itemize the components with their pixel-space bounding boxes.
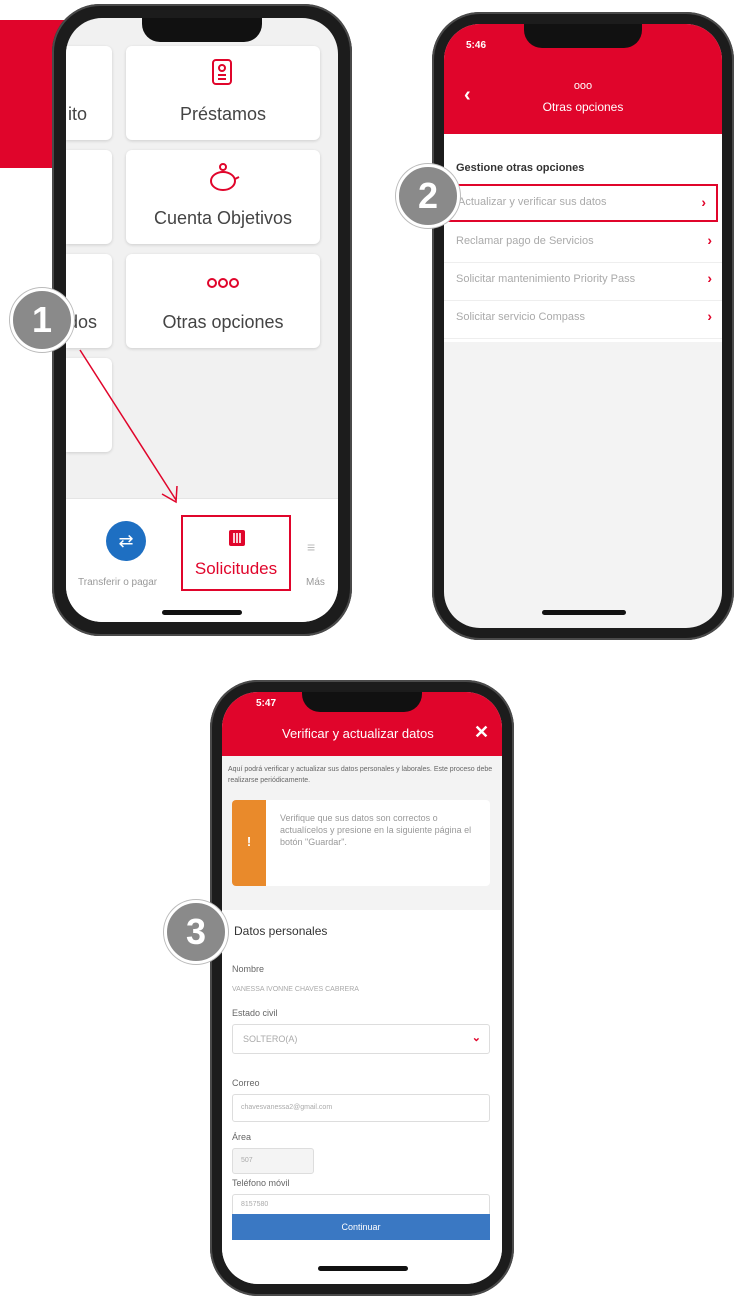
form-area: Datos personales Nombre VANESSA IVONNE C… [222,910,502,1284]
chevron-right-icon: › [707,232,712,248]
warning-icon: ! [246,834,252,849]
correo-label: Correo [232,1078,260,1088]
section-title: Gestione otras opciones [456,162,585,174]
home-indicator [318,1266,408,1271]
step-badge-3: 3 [164,900,228,964]
estado-civil-label: Estado civil [232,1008,278,1018]
phone-3: 5:47 Verificar y actualizar datos ✕ Aquí… [210,680,514,1296]
phone-2-screen: 5:46 ‹ ooo Otras opciones Gestione otras… [444,24,722,628]
area-input[interactable]: 507 [232,1148,314,1174]
header-options-icon: ooo [573,80,593,92]
correo-value: chavesvanessa2@gmail.com [241,1104,333,1111]
options-list: Gestione otras opciones Actualizar y ver… [444,134,722,342]
notch [302,692,422,712]
list-item-label: Solicitar servicio Compass [456,311,585,323]
warning-card: ! Verifique que sus datos son correctos … [232,800,490,886]
list-item-label: Solicitar mantenimiento Priority Pass [456,273,636,285]
intro-text: Aquí podrá verificar y actualizar sus da… [228,766,493,784]
status-time: 5:46 [466,40,487,51]
telefono-value: 8157580 [241,1201,269,1208]
continue-button[interactable]: Continuar [232,1214,490,1240]
telefono-label: Teléfono móvil [232,1178,290,1188]
area-value: 507 [241,1157,253,1164]
estado-civil-select[interactable]: SOLTERO(A) ⌄ [232,1024,490,1054]
step-badge-1: 1 [10,288,74,352]
telefono-input[interactable]: 8157580 [232,1194,490,1216]
status-time: 5:47 [256,698,277,709]
header-title: Verificar y actualizar datos [282,726,434,741]
list-item-priority-pass[interactable]: Solicitar mantenimiento Priority Pass › [444,262,722,301]
warning-bar: ! [232,800,266,886]
header-title: Otras opciones [542,100,624,114]
nombre-label: Nombre [232,964,265,974]
chevron-down-icon: ⌄ [471,1032,481,1044]
phone-2: 5:46 ‹ ooo Otras opciones Gestione otras… [432,12,734,640]
notch [524,24,642,48]
warning-text: Verifique que sus datos son correctos o … [280,813,472,847]
estado-civil-value: SOLTERO(A) [243,1034,298,1044]
list-item-actualizar[interactable]: Actualizar y verificar sus datos › [448,184,718,222]
chevron-right-icon: › [707,308,712,324]
list-item-reclamar[interactable]: Reclamar pago de Servicios › [444,224,722,263]
chevron-right-icon: › [701,194,706,210]
section-title: Datos personales [234,924,328,938]
phone-3-screen: 5:47 Verificar y actualizar datos ✕ Aquí… [222,692,502,1284]
area-label: Área [232,1132,252,1142]
list-item-compass[interactable]: Solicitar servicio Compass › [444,300,722,339]
continue-label: Continuar [341,1222,381,1232]
step-badge-2: 2 [396,164,460,228]
nombre-value: VANESSA IVONNE CHAVES CABRERA [232,986,359,993]
list-item-label: Actualizar y verificar sus datos [458,196,607,208]
chevron-right-icon: › [707,270,712,286]
close-icon[interactable]: ✕ [474,722,489,743]
home-indicator [542,610,626,615]
correo-input[interactable]: chavesvanessa2@gmail.com [232,1094,490,1122]
list-item-label: Reclamar pago de Servicios [456,235,594,247]
